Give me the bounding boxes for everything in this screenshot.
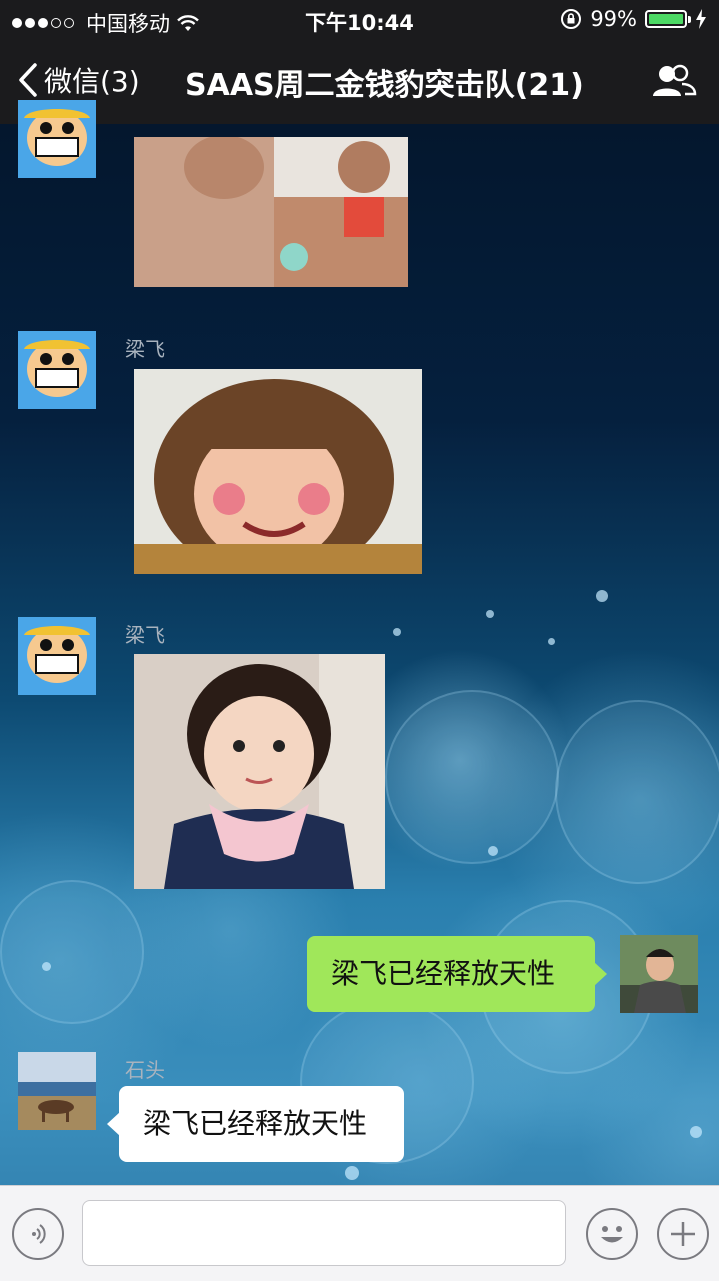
orientation-lock-icon [561,9,582,29]
avatar-luffy[interactable] [18,617,96,695]
back-chevron-icon [19,63,37,97]
top-bar: 中国移动 下午10:44 99% 微信(3) SAAS周二金钱豹突击队(21) [0,0,719,124]
charging-icon [696,9,706,29]
avatar-luffy[interactable] [18,331,96,409]
voice-button[interactable] [12,1208,64,1260]
message-image[interactable] [134,137,408,287]
page-title: SAAS周二金钱豹突击队(21) [185,68,584,103]
incoming-message-bubble[interactable]: 梁飞已经释放天性 [107,1086,404,1162]
message-image[interactable] [134,654,385,889]
emoji-icon [601,1226,623,1243]
sender-name: 梁飞 [125,623,165,647]
bokeh [385,690,559,864]
bokeh [345,1166,359,1180]
voice-icon [32,1224,46,1244]
nav-bar: 微信(3) SAAS周二金钱豹突击队(21) [0,40,719,124]
input-bar [0,1185,719,1281]
bokeh [690,1126,702,1138]
bokeh [596,590,608,602]
bokeh [42,962,51,971]
back-label: 微信(3) [44,65,140,98]
avatar-shitou[interactable] [18,1052,96,1130]
emoji-button[interactable] [586,1208,638,1260]
avatar-luffy[interactable] [18,100,96,178]
bokeh [548,638,555,645]
avatar-self[interactable] [620,935,698,1013]
battery-fill [649,14,683,24]
back-button[interactable]: 微信(3) [18,60,140,100]
plus-button[interactable] [657,1208,709,1260]
group-members-icon [653,64,697,96]
bokeh [0,880,144,1024]
outgoing-message-bubble[interactable]: 梁飞已经释放天性 [307,936,607,1012]
bokeh [486,610,494,618]
sender-name: 石头 [125,1058,165,1082]
message-input[interactable] [82,1200,566,1266]
message-image[interactable] [134,369,422,574]
sender-name: 梁飞 [125,337,165,361]
status-bar: 中国移动 下午10:44 99% [0,0,719,40]
battery-icon [645,10,691,28]
status-right: 99% [560,7,707,31]
plus-icon [671,1222,695,1246]
bokeh [488,846,498,856]
bokeh [555,700,719,884]
group-members-button[interactable] [651,62,697,106]
bokeh [393,628,401,636]
battery-percent: 99% [590,7,637,31]
